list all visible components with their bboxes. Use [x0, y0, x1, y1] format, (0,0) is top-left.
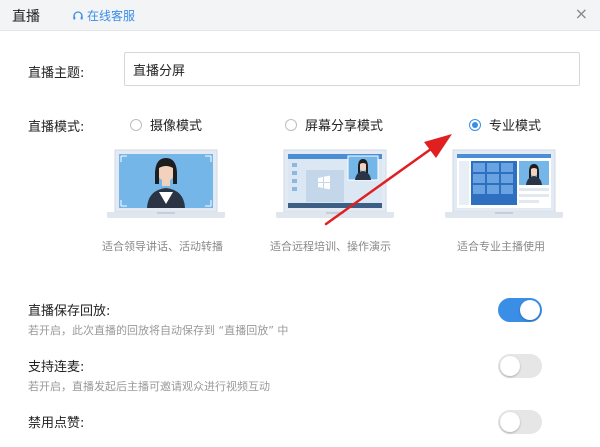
professional-mode-illustration — [445, 149, 563, 218]
window-title: 直播 — [12, 9, 40, 25]
close-icon[interactable]: × — [575, 4, 588, 24]
radio-camera[interactable] — [130, 118, 142, 131]
camera-mode-illustration — [107, 149, 225, 218]
radio-professional[interactable] — [469, 118, 481, 131]
mode-option-camera[interactable]: 摄像模式 — [130, 115, 202, 134]
screen-share-caption: 适合远程培训、操作演示 — [270, 240, 391, 253]
headset-icon — [73, 10, 83, 19]
title-bar: 直播 在线客服 × — [0, 0, 600, 31]
customer-service-link[interactable]: 在线客服 — [72, 7, 135, 24]
setting-desc-co-host: 若开启，直播发起后主播可邀请观众进行视频互动 — [28, 380, 270, 393]
co-host-toggle[interactable] — [498, 354, 542, 378]
camera-mode-caption: 适合领导讲话、活动转播 — [102, 240, 223, 253]
setting-title-save-replay: 直播保存回放: — [28, 304, 111, 319]
customer-service-label: 在线客服 — [87, 9, 136, 23]
disable-likes-toggle[interactable] — [498, 410, 542, 434]
annotation-arrow — [324, 134, 452, 226]
toggle-knob — [500, 356, 520, 376]
save-replay-toggle[interactable] — [498, 298, 542, 322]
mode-option-professional-label: 专业模式 — [489, 119, 542, 134]
professional-mode-caption: 适合专业主播使用 — [457, 240, 545, 253]
setting-title-co-host: 支持连麦: — [28, 360, 85, 375]
toggle-knob — [520, 300, 540, 320]
radio-screen-share[interactable] — [285, 118, 297, 131]
mode-label: 直播模式: — [28, 120, 85, 135]
toggle-knob — [500, 412, 520, 432]
topic-label: 直播主题: — [28, 66, 85, 81]
setting-desc-save-replay: 若开启，此次直播的回放将自动保存到 “直播回放” 中 — [28, 324, 289, 337]
topic-input[interactable]: 直播分屏 — [124, 52, 580, 86]
mode-option-camera-label: 摄像模式 — [150, 119, 203, 134]
setting-title-disable-likes: 禁用点赞: — [28, 416, 85, 431]
mode-option-professional[interactable]: 专业模式 — [469, 115, 541, 134]
